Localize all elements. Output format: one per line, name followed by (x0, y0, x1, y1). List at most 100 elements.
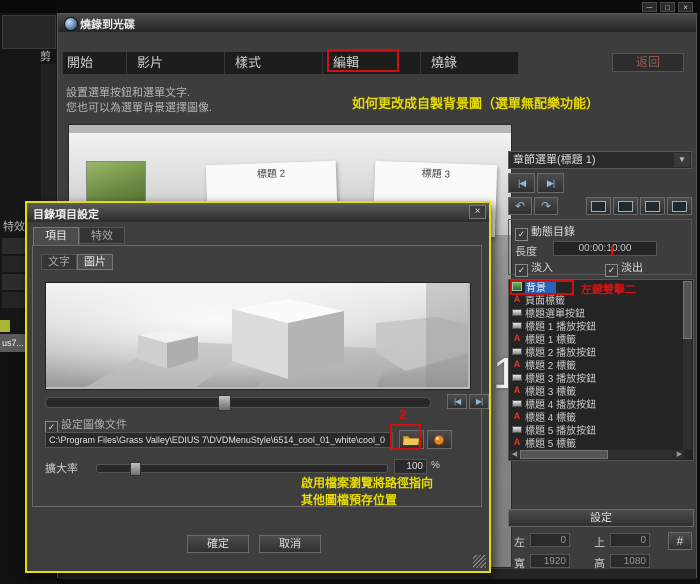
ok-button[interactable]: 確定 (187, 535, 249, 553)
app-titlebar-fragment (0, 0, 57, 13)
tab-item[interactable]: 項目 (33, 227, 79, 245)
dialog-title: 目錄項目設定 (33, 206, 99, 222)
maximize-button[interactable] (660, 2, 675, 12)
monitor-view-button[interactable] (586, 197, 611, 215)
first-frame-button[interactable] (447, 394, 467, 409)
annotation-browse-note-line1: 啟用檔案瀏覽將路徑指向 (301, 474, 433, 491)
image-preview (45, 282, 471, 390)
text-label-icon (512, 360, 522, 369)
prev-icon (518, 178, 525, 188)
width-field[interactable]: 1920 (530, 554, 570, 568)
redo-icon (541, 199, 551, 213)
scrollbar-thumb[interactable] (520, 450, 608, 459)
width-label: 寬 (514, 555, 525, 571)
annotation-double-click: 左鍵雙擊二 (581, 281, 636, 297)
cancel-button[interactable]: 取消 (259, 535, 321, 553)
settings-button[interactable]: 設定 (508, 509, 694, 527)
slider-thumb[interactable] (130, 462, 141, 476)
screen: 剪 特效 us7... 燒錄到光碟 開始 影片 樣式 編輯 燒錄 返 (0, 0, 700, 584)
item-settings-group: 文字 圖片 (32, 245, 482, 507)
set-image-file-label: 設定圖像文件 (61, 419, 127, 431)
fade-out-checkbox[interactable]: 淡出 (605, 259, 643, 277)
monitor-view-button[interactable] (667, 197, 692, 215)
back-button[interactable]: 返回 (612, 53, 684, 72)
close-button[interactable] (469, 205, 486, 219)
menu-object-list: 背景 頁面標籤 標題選單按鈕 標題 1 播放按鈕 標題 1 標籤 標題 2 播放… (508, 279, 694, 461)
wizard-tabs: 開始 影片 樣式 編輯 燒錄 (63, 52, 519, 74)
tab-effect[interactable]: 特效 (79, 227, 125, 244)
cubes-preview-image (46, 283, 468, 387)
scale-unit: % (431, 460, 440, 471)
resize-grip[interactable] (473, 555, 486, 568)
text-label-icon (512, 295, 522, 304)
fade-in-label: 淡入 (531, 262, 553, 274)
monitor-view-button[interactable] (613, 197, 638, 215)
scale-value-field[interactable]: 100 (394, 459, 427, 474)
text-label-icon (512, 334, 522, 343)
frame-slider[interactable] (45, 397, 431, 408)
slider-thumb[interactable] (218, 395, 231, 411)
monitor-view-button[interactable] (640, 197, 665, 215)
scroll-right-icon[interactable]: ▶ (675, 450, 684, 459)
height-field[interactable]: 1080 (610, 554, 650, 568)
text-label-icon (512, 438, 522, 447)
annotation-browse-note-line2: 其他圖檔預存位置 (301, 491, 397, 508)
top-field[interactable]: 0 (610, 533, 650, 547)
dynamic-menu-label: 動態目錄 (531, 226, 575, 238)
dialog-titlebar[interactable]: 燒錄到光碟 (58, 14, 696, 32)
dialog-titlebar[interactable]: 目錄項目設定 (27, 203, 489, 222)
vertical-scrollbar[interactable] (683, 281, 692, 449)
last-frame-button[interactable] (469, 394, 489, 409)
annotation-box-background-item (510, 280, 574, 295)
monitor-icon (618, 201, 633, 212)
subtab-image[interactable]: 圖片 (77, 254, 113, 270)
checkbox-checked-icon (515, 228, 528, 241)
tab-start[interactable]: 開始 (63, 52, 127, 74)
chapter-menu-dropdown[interactable]: 章節選單(標題 1) (508, 151, 692, 169)
fade-in-checkbox[interactable]: 淡入 (515, 259, 553, 277)
clip-label: 剪 (40, 48, 51, 64)
tab-style[interactable]: 樣式 (225, 52, 323, 74)
text-label-icon (512, 386, 522, 395)
list-item[interactable]: 標題 5 標籤 (509, 436, 684, 449)
monitor-icon (672, 201, 687, 212)
chapter-menu-value: 章節選單(標題 1) (513, 154, 596, 166)
title-card-label: 標題 3 (375, 161, 498, 182)
description-line2: 您也可以為選單背景選擇圖像. (66, 99, 212, 115)
annotation-step-1: 1 (608, 243, 616, 259)
monitor-icon (591, 201, 606, 212)
description-line1: 設置選單按鈕和選單文字. (66, 84, 190, 100)
scroll-left-icon[interactable]: ◀ (510, 450, 519, 459)
scale-slider[interactable] (96, 464, 388, 473)
undo-icon (515, 199, 525, 213)
dialog-title: 燒錄到光碟 (80, 16, 135, 32)
image-path-field[interactable]: C:\Program Files\Grass Valley\EDIUS 7\DV… (45, 432, 393, 448)
annotation-headline: 如何更改成自製背景圖（選單無配樂功能） (352, 93, 599, 112)
redo-button[interactable] (534, 197, 558, 215)
list-item-label: 標題 5 標籤 (525, 435, 576, 450)
next-icon (547, 178, 554, 188)
chevron-down-icon[interactable] (674, 153, 690, 167)
subtab-text[interactable]: 文字 (41, 254, 77, 270)
monitor-icon (645, 201, 660, 212)
next-chapter-button[interactable] (537, 173, 564, 193)
minimize-icon (647, 3, 653, 12)
horizontal-scrollbar[interactable]: ◀ ▶ (510, 450, 684, 459)
left-field[interactable]: 0 (530, 533, 570, 547)
undo-button[interactable] (508, 197, 532, 215)
minimize-button[interactable] (642, 2, 657, 12)
scrollbar-thumb[interactable] (683, 281, 692, 339)
annotation-box-edit-tab (327, 49, 399, 72)
image-capture-button[interactable] (427, 430, 452, 449)
menu-item-settings-dialog: 目錄項目設定 項目 特效 文字 圖片 (25, 201, 491, 573)
panel-fragment (41, 64, 56, 212)
length-field[interactable]: 00:00:10:00 (553, 241, 657, 256)
grid-button[interactable] (668, 532, 692, 550)
dynamic-menu-checkbox[interactable]: 動態目錄 (515, 223, 575, 241)
annotation-step-2: 2 (399, 407, 406, 422)
close-button[interactable] (678, 2, 693, 12)
window-top-strip (57, 0, 700, 13)
prev-chapter-button[interactable] (508, 173, 535, 193)
tab-movie[interactable]: 影片 (127, 52, 225, 74)
tab-burn[interactable]: 燒錄 (421, 52, 519, 74)
